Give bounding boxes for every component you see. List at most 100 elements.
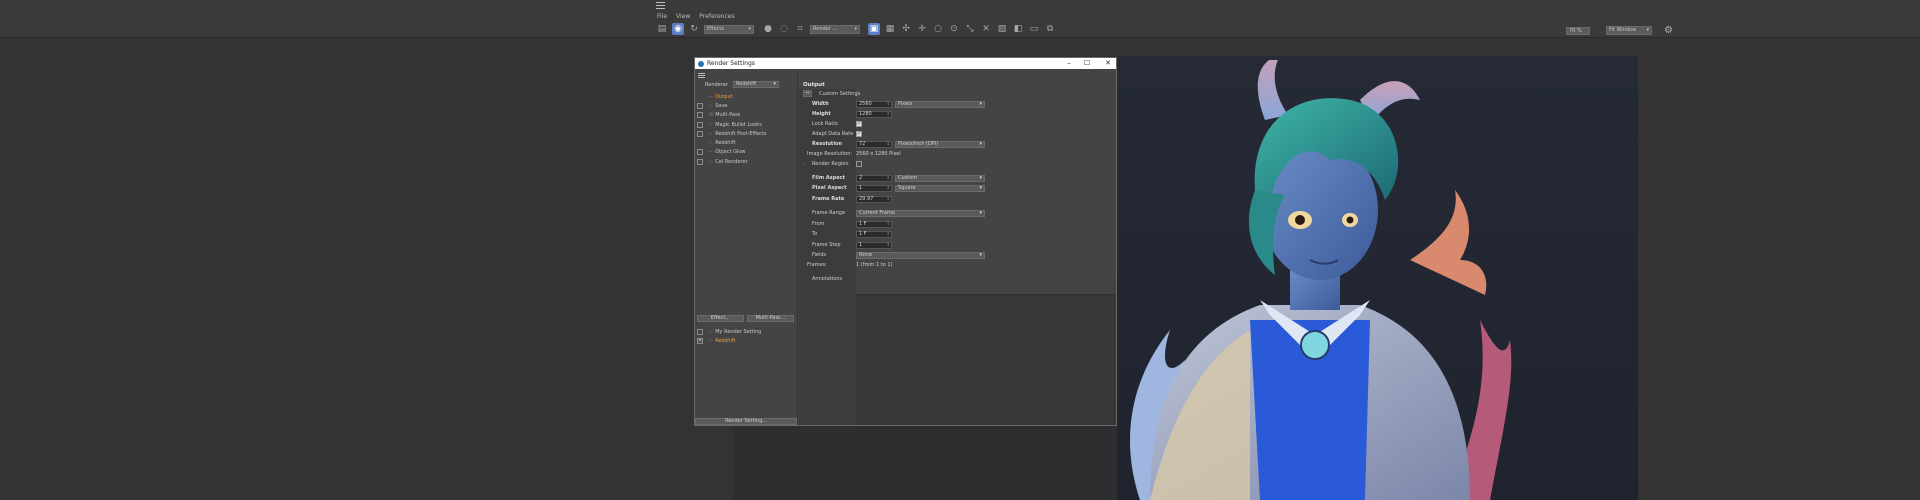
tree-item-redshift[interactable]: ⌐ Redshift bbox=[697, 138, 766, 147]
tree-item-object-glow[interactable]: ⌐ Object Glow bbox=[697, 148, 766, 157]
frame-range-row: Frame Range Current Frame bbox=[799, 209, 985, 217]
effects-dropdown[interactable]: Effects bbox=[704, 24, 754, 34]
fit-icon[interactable]: ⤡ bbox=[964, 23, 976, 35]
tree-item-multi-pass[interactable]: ⊞ Multi-Pass bbox=[697, 111, 766, 120]
clapper-icon[interactable]: ▤ bbox=[656, 23, 668, 35]
tree-branch-icon: ⌐ bbox=[709, 121, 714, 128]
gear-icon[interactable]: ⚙ bbox=[1664, 25, 1673, 36]
settings-checkbox-checked[interactable]: ✕ bbox=[697, 337, 703, 344]
camera-icon[interactable]: ⊙ bbox=[948, 23, 960, 35]
tree-checkbox-empty bbox=[697, 94, 703, 100]
film-aspect-field[interactable]: 2 bbox=[856, 174, 892, 182]
zoom-field[interactable]: 70 % bbox=[1566, 26, 1590, 35]
tree-item-label: Magic Bullet Looks bbox=[715, 121, 762, 128]
resolution-unit-dropdown[interactable]: Pixels/Inch (DPI) bbox=[895, 140, 985, 148]
panel-menu-icon[interactable] bbox=[698, 73, 705, 78]
toggle-icon[interactable]: ● bbox=[762, 23, 774, 35]
to-field[interactable]: 1 F bbox=[856, 230, 892, 238]
menu-bar: File View Preferences bbox=[657, 13, 735, 20]
target-icon[interactable]: ✛ bbox=[916, 23, 928, 35]
settings-item-redshift[interactable]: ✕ ⌐ Redshift bbox=[695, 336, 761, 345]
tree-item-output[interactable]: ⌐ Output bbox=[697, 92, 766, 101]
frame-rate-field[interactable]: 29.97 bbox=[856, 195, 892, 203]
tree-checkbox[interactable] bbox=[697, 102, 703, 109]
crop-icon[interactable]: ⌗ bbox=[794, 23, 806, 35]
tree-item-cel-renderer[interactable]: ⌐ Cel Renderer bbox=[697, 157, 766, 166]
resolution-field[interactable]: 72 bbox=[856, 140, 892, 148]
snap-icon[interactable]: ✣ bbox=[900, 23, 912, 35]
tree-checkbox[interactable] bbox=[697, 149, 703, 156]
render-dropdown[interactable]: Render ... bbox=[810, 24, 860, 34]
menu-view[interactable]: View bbox=[676, 13, 690, 20]
tree-checkbox[interactable] bbox=[697, 130, 703, 137]
expand-icon[interactable]: ✕ bbox=[980, 23, 992, 35]
effect-button[interactable]: Effect... bbox=[697, 315, 744, 322]
pixel-aspect-dropdown[interactable]: Square bbox=[895, 184, 985, 192]
menu-file[interactable]: File bbox=[657, 13, 667, 20]
compare-icon[interactable]: ◧ bbox=[1012, 23, 1024, 35]
render-view-icon[interactable]: ◉ bbox=[672, 23, 684, 35]
frame-range-dropdown[interactable]: Current Frame bbox=[856, 209, 985, 217]
pixel-aspect-label: Pixel Aspect bbox=[812, 185, 847, 191]
width-field[interactable]: 2560 bbox=[856, 100, 892, 108]
from-field[interactable]: 1 F bbox=[856, 220, 892, 228]
lock-icon[interactable]: ▣ bbox=[868, 23, 880, 35]
adapt-data-rate-checkbox[interactable]: ✓ bbox=[856, 131, 862, 137]
frames-row: Frames: 1 (from 1 to 1) bbox=[799, 261, 892, 269]
dot-icon[interactable]: ◌ bbox=[778, 23, 790, 35]
tree-checkbox[interactable] bbox=[697, 112, 703, 119]
width-unit-dropdown[interactable]: Pixels bbox=[895, 100, 985, 108]
fit-window-dropdown[interactable]: Fit Window bbox=[1606, 26, 1652, 35]
tree-item-label: Redshift bbox=[715, 140, 736, 147]
annotations-area[interactable] bbox=[856, 294, 1116, 425]
custom-settings-label: Custom Settings bbox=[819, 91, 861, 97]
settings-right-panel: Output ⇔ Custom Settings Width 2560 Pixe… bbox=[799, 69, 1116, 425]
snapshot-icon[interactable]: ▧ bbox=[996, 23, 1008, 35]
refresh-icon[interactable]: ↻ bbox=[688, 23, 700, 35]
film-aspect-dropdown[interactable]: Custom bbox=[895, 174, 985, 182]
renderer-dropdown[interactable]: Redshift bbox=[733, 81, 779, 88]
frame-step-row: Frame Step 1 bbox=[799, 241, 892, 249]
tree-checkbox[interactable] bbox=[697, 158, 703, 165]
settings-left-panel: Renderer Redshift ⌐ Output ⌐ Save ⊞ Mul bbox=[695, 69, 798, 425]
pixel-aspect-row: Pixel Aspect 1 Square bbox=[799, 184, 985, 192]
tree-item-redshift-post-effects[interactable]: ⌐ Redshift Post-Effects bbox=[697, 129, 766, 138]
expand-icon[interactable]: ⊞ bbox=[709, 112, 713, 118]
tree-item-save[interactable]: ⌐ Save bbox=[697, 101, 766, 110]
height-label: Height bbox=[812, 111, 831, 117]
multi-pass-button[interactable]: Multi-Pass... bbox=[747, 315, 794, 322]
menu-preferences[interactable]: Preferences bbox=[699, 13, 734, 20]
tree-item-magic-bullet-looks[interactable]: ⌐ Magic Bullet Looks bbox=[697, 120, 766, 129]
lock-ratio-checkbox[interactable]: ✓ bbox=[856, 121, 862, 127]
close-icon[interactable]: ✕ bbox=[1099, 58, 1117, 69]
dialog-title-bar[interactable]: Render Settings – ☐ ✕ bbox=[695, 58, 1116, 69]
window-icon[interactable]: ▭ bbox=[1028, 23, 1040, 35]
fields-dropdown[interactable]: None bbox=[856, 251, 985, 259]
renderer-row: Renderer Redshift bbox=[705, 81, 779, 88]
pixel-aspect-field[interactable]: 1 bbox=[856, 184, 892, 192]
tree-checkbox[interactable] bbox=[697, 121, 703, 128]
minimize-icon[interactable]: – bbox=[1060, 58, 1078, 69]
left-button-row: Effect... Multi-Pass... bbox=[697, 315, 794, 322]
image-resolution-value: 2560 x 1280 Pixel bbox=[856, 151, 901, 157]
render-region-checkbox[interactable] bbox=[856, 161, 862, 167]
preset-button[interactable]: ⇔ bbox=[803, 90, 812, 97]
rendered-character-image bbox=[1130, 60, 1512, 500]
output-heading: Output bbox=[803, 82, 825, 88]
frame-step-field[interactable]: 1 bbox=[856, 241, 892, 249]
resolution-row: Resolution 72 Pixels/Inch (DPI) bbox=[799, 140, 985, 148]
height-field[interactable]: 1280 bbox=[856, 110, 892, 118]
circle-icon[interactable]: ○ bbox=[932, 23, 944, 35]
settings-checkbox[interactable] bbox=[697, 328, 703, 335]
main-menu-icon[interactable] bbox=[656, 2, 665, 9]
expand-arrow-icon[interactable]: › bbox=[803, 161, 805, 167]
frame-range-label: Frame Range bbox=[812, 210, 846, 216]
maximize-icon[interactable]: ☐ bbox=[1078, 58, 1096, 69]
render-settings-list: ⌐ My Render Setting ✕ ⌐ Redshift bbox=[695, 327, 761, 346]
settings-item-my-render-setting[interactable]: ⌐ My Render Setting bbox=[695, 327, 761, 336]
render-setting-button[interactable]: Render Setting... bbox=[695, 418, 797, 425]
grid-icon[interactable]: ▦ bbox=[884, 23, 896, 35]
tree-branch-icon: ⌐ bbox=[709, 93, 714, 100]
resolution-label: Resolution bbox=[812, 141, 843, 147]
export-icon[interactable]: ⧉ bbox=[1044, 23, 1056, 35]
